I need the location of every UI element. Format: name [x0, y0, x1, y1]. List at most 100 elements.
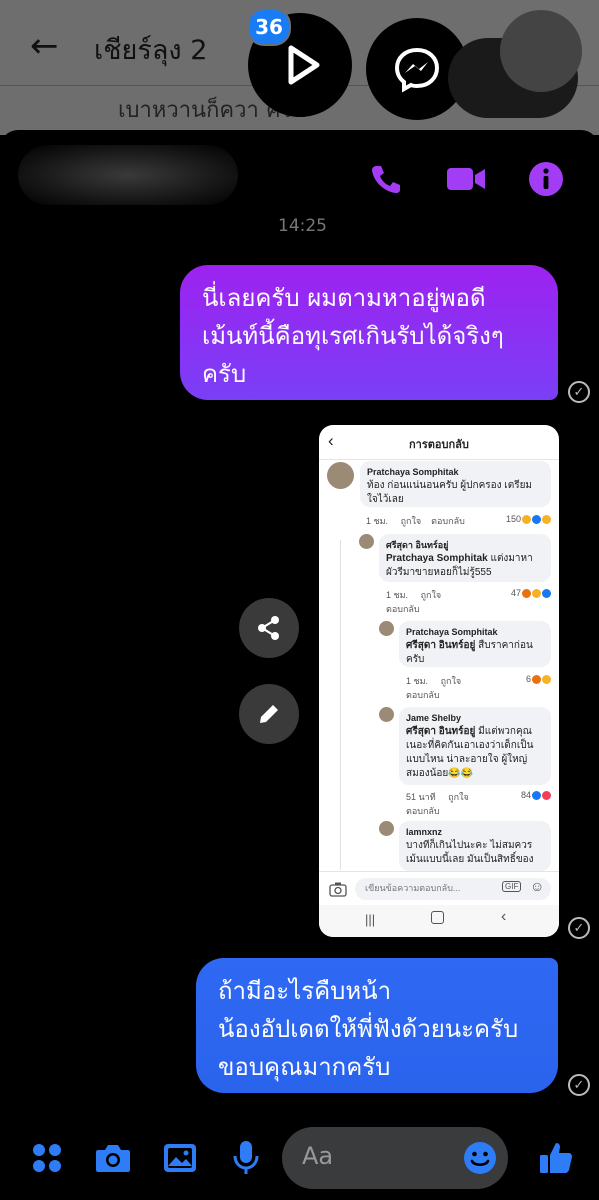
- avatar: [379, 821, 394, 836]
- comment-bubble: Pratchaya Somphitak ศรีสุดา อินทร์อยู่ ส…: [399, 621, 551, 667]
- video-call-button[interactable]: [444, 157, 488, 201]
- shared-image-message[interactable]: ‹ การตอบกลับ Pratchaya Somphitak ท้อง ก่…: [319, 425, 559, 937]
- phone-icon: [372, 166, 400, 193]
- comment-text: ผัวรีมาขายหอยก็ไม่รู้555: [386, 567, 492, 578]
- message-line: เม้นท์นี้คือทุเรศเกินรับได้จริงๆ: [202, 322, 504, 350]
- comment-bubble: Jame Shelby ศรีสุดา อินทร์อยู่ มีแต่พวกค…: [399, 707, 551, 785]
- comment-like-link: ถูกใจ: [400, 516, 422, 526]
- message-bubble-outgoing[interactable]: นี่เลยครับ ผมตามหาอยู่พอดี เม้นท์นี้คือท…: [180, 265, 558, 400]
- comment-text: ใจไว้เลย: [367, 494, 404, 505]
- reaction-count: 150: [506, 514, 551, 525]
- comment-reply-link: ตอบกลับ: [406, 806, 440, 816]
- like-icon: [540, 1143, 572, 1173]
- apps-button[interactable]: [27, 1138, 67, 1178]
- info-button[interactable]: [524, 157, 568, 201]
- pencil-icon: [260, 705, 278, 723]
- read-check-icon: ✓: [568, 917, 590, 939]
- avatar: [379, 707, 394, 722]
- camera-button[interactable]: [93, 1138, 133, 1178]
- share-button[interactable]: [239, 598, 299, 658]
- avatar: [379, 621, 394, 636]
- comment-bubble: ศรีสุดา อินทร์อยู่ Pratchaya Somphitak แ…: [379, 534, 551, 582]
- comment-bubble: Pratchaya Somphitak ท้อง ก่อนแน่นอนครับ …: [360, 461, 551, 507]
- comment-reply-link: ตอบกลับ: [406, 690, 440, 700]
- comment-like-link: ถูกใจ: [440, 676, 462, 686]
- message-line: ขอบคุณมากครับ: [218, 1053, 391, 1081]
- reaction-count: 47: [511, 588, 551, 599]
- comment-time: 1 ชม.: [406, 676, 429, 686]
- comment-reply-link: ตอบกลับ: [386, 604, 420, 614]
- comment-reply-link: ตอบกลับ: [431, 516, 465, 526]
- mic-icon: [233, 1141, 259, 1174]
- chat-head-avatar[interactable]: [500, 10, 582, 92]
- screenshot-title: การตอบกลับ: [409, 439, 469, 451]
- message-line: ถ้ามีอะไรคืบหน้า: [218, 977, 392, 1005]
- comment-meta: 1 ชม. ถูกใจ ตอบกลับ 150: [366, 514, 551, 528]
- comment-like-link: ถูกใจ: [420, 590, 442, 600]
- comment-author: lamnxnz: [406, 827, 443, 837]
- comment-text: สมองน้อย😂😂: [406, 768, 474, 779]
- comment-meta: 51 นาที ถูกใจ ตอบกลับ 84: [406, 790, 551, 818]
- share-icon: [258, 616, 279, 640]
- comment-text: ครับ: [406, 654, 425, 665]
- message-timestamp: 14:25: [278, 216, 327, 236]
- screenshot-header: ‹ การตอบกลับ: [319, 425, 559, 460]
- back-nav-icon: ‹: [501, 908, 507, 925]
- camera-icon: [329, 882, 347, 897]
- back-arrow-icon[interactable]: ←: [30, 26, 59, 66]
- avatar: [327, 462, 354, 489]
- comment-author: ศรีสุดา อินทร์อยู่: [386, 540, 449, 550]
- edit-button[interactable]: [239, 684, 299, 744]
- comment-text: เนอะที่คิดกันเอาเองว่าเด็กเป็น: [406, 740, 534, 751]
- comment-meta: 1 ชม. ถูกใจ ตอบกลับ 6: [406, 674, 551, 702]
- emoji-icon: ☺: [530, 878, 545, 894]
- comment-like-link: ถูกใจ: [448, 792, 469, 802]
- background-chat-title: เชียร์ลุง 2: [94, 35, 208, 66]
- voice-button[interactable]: [226, 1138, 266, 1178]
- comment-mention: ศรีสุดา อินทร์อยู่: [406, 726, 476, 737]
- message-input-placeholder: Aa: [302, 1142, 334, 1170]
- call-button[interactable]: [364, 157, 408, 201]
- comment-meta: 1 ชม. ถูกใจ ตอบกลับ 47: [386, 588, 551, 616]
- comment-text: เม้นแบบนี้เลย มันเป็นสิทธิ์ของ: [406, 854, 534, 865]
- comment-text: สืบราคาก่อน: [475, 640, 533, 651]
- message-bubble-outgoing[interactable]: ถ้ามีอะไรคืบหน้า น้องอัปเดตให้พี่ฟังด้วย…: [196, 958, 558, 1093]
- gif-icon: GIF: [502, 881, 522, 892]
- reaction-count: 6: [526, 674, 551, 685]
- comment-text: บางทีก็เกินไปนะคะ ไม่สมควร: [406, 840, 533, 851]
- like-button[interactable]: [536, 1138, 576, 1178]
- comment-time: 1 ชม.: [366, 516, 389, 526]
- comment-text: มีแต่พวกคุณ: [475, 726, 532, 737]
- comment-author: Pratchaya Somphitak: [367, 467, 459, 477]
- comment-mention: ศรีสุดา อินทร์อยู่: [406, 640, 476, 651]
- home-icon: [431, 911, 444, 924]
- message-line: ครับ: [202, 360, 247, 388]
- play-icon: [288, 45, 320, 85]
- messenger-icon: [394, 47, 440, 93]
- emoji-button[interactable]: [460, 1138, 500, 1178]
- screenshot-back-icon: ‹: [328, 431, 334, 450]
- camera-icon: [96, 1145, 130, 1172]
- comment-author: Pratchaya Somphitak: [406, 627, 498, 637]
- apps-icon: [33, 1144, 61, 1172]
- comment-mention: Pratchaya Somphitak: [386, 553, 488, 564]
- info-icon: [529, 162, 563, 196]
- thread-line: [340, 540, 341, 870]
- comment-text: ท้อง ก่อนแน่นอนครับ ผู้ปกครอง เตรียม: [367, 480, 533, 491]
- comment-time: 1 ชม.: [386, 590, 409, 600]
- comment-text: แต่งมาหา: [487, 553, 533, 564]
- screenshot-reply-placeholder: เขียนข้อความตอบกลับ...: [365, 883, 461, 893]
- comment-bubble: lamnxnz บางทีก็เกินไปนะคะ ไม่สมควร เม้นแ…: [399, 821, 551, 871]
- video-icon: [447, 168, 485, 190]
- gallery-icon: [164, 1144, 196, 1172]
- avatar: [359, 534, 374, 549]
- comment-author: Jame Shelby: [406, 713, 462, 723]
- message-line: นี่เลยครับ ผมตามหาอยู่พอดี: [202, 284, 486, 312]
- gallery-button[interactable]: [160, 1138, 200, 1178]
- screenshot-reply-bar: เขียนข้อความตอบกลับ... GIF ☺: [319, 871, 559, 906]
- comment-text: แบบไหน น่าละอายใจ ผู้ใหญ่: [406, 754, 528, 765]
- unread-badge: 36: [247, 8, 291, 46]
- emoji-icon: [464, 1142, 496, 1174]
- recent-apps-icon: |||: [365, 912, 376, 927]
- reaction-count: 84: [521, 790, 551, 801]
